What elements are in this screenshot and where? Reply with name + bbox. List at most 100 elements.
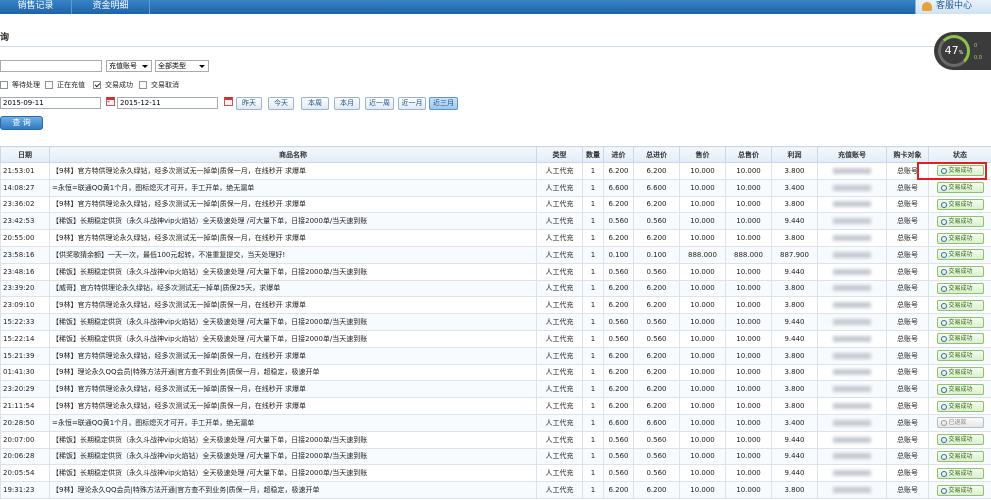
product-name: 【稀饭】长期稳定供货（永久斗战神vip火焰钻）全天极速处理 /可大量下单，日接2… — [49, 313, 537, 331]
table-cell: 人工代充 — [536, 481, 583, 499]
order-time: 23:20:29 — [0, 380, 50, 399]
table-cell: 人工代充 — [536, 313, 583, 331]
order-time: 23:48:16 — [0, 262, 50, 281]
order-time: 20:55:00 — [0, 229, 50, 247]
range-last-week-button[interactable]: 近一周 — [365, 97, 394, 110]
status-checkbox-success[interactable]: 交易成功 — [93, 80, 133, 90]
end-date-input[interactable]: 2015-12-11 — [117, 97, 218, 109]
status-button[interactable]: 已退款 — [936, 417, 984, 429]
table-row[interactable]: 23:20:29 【9林】官方特供理论永久绿钻，经多次测试无一掉单|质保一月，在线… — [0, 380, 991, 399]
table-cell: 总账号 — [886, 397, 929, 415]
account-type-select[interactable]: 充值账号 — [106, 60, 152, 72]
network-speed-widget[interactable]: 47% 0 0.0 — [934, 32, 991, 70]
table-cell: 10.000 — [679, 464, 726, 483]
table-cell: 10.000 — [725, 397, 772, 415]
status-button[interactable]: 交易成功 — [936, 467, 984, 479]
table-cell: 人工代充 — [536, 447, 583, 466]
range-last-month-button[interactable]: 近一月 — [398, 97, 426, 110]
table-cell: 交易成功 — [928, 430, 991, 449]
table-row[interactable]: 20:28:50 =永恒=联通QQ黄1个月，图标熄灭才可开，手工开单，绝无漏单 人工… — [0, 413, 991, 432]
status-button[interactable]: 交易成功 — [936, 232, 984, 244]
category-value: 全部类型 — [158, 62, 186, 70]
table-cell: 6.600 — [603, 178, 634, 197]
table-cell: 人工代充 — [536, 162, 583, 180]
order-time: 15:22:14 — [0, 329, 50, 348]
range-today-button[interactable]: 今天 — [268, 97, 294, 110]
table-cell: 6.200 — [633, 162, 680, 180]
redacted-account — [833, 251, 871, 258]
table-cell: 9.440 — [771, 212, 818, 231]
category-select[interactable]: 全部类型 — [155, 60, 209, 72]
status-button[interactable]: 交易成功 — [936, 333, 984, 345]
range-this-week-button[interactable]: 本周 — [301, 97, 329, 110]
order-time: 01:41:30 — [0, 363, 50, 382]
status-button[interactable]: 交易成功 — [936, 383, 984, 395]
column-header: 日期 — [0, 146, 50, 163]
tab-sales-records[interactable]: 销售记录 — [0, 0, 72, 14]
query-button[interactable]: 查 询 — [0, 116, 43, 130]
highlight-annotation — [917, 162, 987, 180]
checkbox-label: 交易取消 — [151, 81, 179, 89]
product-name: 【稀饭】长期稳定供货（永久斗战神vip火焰钻）全天极速处理 /可大量下单，日接2… — [49, 212, 537, 231]
start-date-input[interactable]: 2015-09-11 — [0, 97, 101, 109]
range-last-three-months-button[interactable]: 近三月 — [429, 97, 458, 110]
table-row[interactable]: 19:31:23 【9林】理论永久QQ会员|特殊方法开通|官方查不到业务|质保一月… — [0, 481, 991, 499]
status-button[interactable]: 交易成功 — [936, 299, 984, 311]
table-row[interactable]: 23:42:53 【稀饭】长期稳定供货（永久斗战神vip火焰钻）全天极速处理 /可… — [0, 212, 991, 231]
table-row[interactable]: 15:21:39 【9林】官方特供理论永久绿钻，经多次测试无一掉单|质保一月，在线… — [0, 346, 991, 365]
redacted-account — [833, 369, 871, 376]
status-button[interactable]: 交易成功 — [936, 182, 984, 194]
table-row[interactable]: 20:06:28 【稀饭】长期稳定供货（永久斗战神vip火焰钻）全天极速处理 /可… — [0, 447, 991, 466]
order-time: 15:21:39 — [0, 346, 50, 365]
status-button[interactable]: 交易成功 — [936, 215, 984, 227]
calendar-icon[interactable] — [224, 97, 233, 106]
table-row[interactable]: 20:07:00 【稀饭】长期稳定供货（永久斗战神vip火焰钻）全天极速处理 /可… — [0, 430, 991, 449]
table-row[interactable]: 21:53:01 【9林】官方特供理论永久绿钻，经多次测试无一掉单|质保一月，在线… — [0, 162, 991, 180]
status-checkbox-pending[interactable]: 等待处理 — [0, 80, 40, 90]
table-row[interactable]: 23:58:16 【供奖歌猜余额】一天一次，最低100元起转，不准重复提交，当天处… — [0, 245, 991, 264]
table-cell: 6.200 — [603, 363, 634, 382]
table-row[interactable]: 20:55:00 【9林】官方特供理论永久绿钻，经多次测试无一掉单|质保一月，在线… — [0, 229, 991, 247]
status-button[interactable]: 交易成功 — [936, 450, 984, 462]
table-row[interactable]: 23:09:10 【9林】官方特供理论永久绿钻，经多次测试无一掉单|质保一月，在线… — [0, 296, 991, 315]
table-row[interactable]: 23:39:20 【威哥】官方特供理论永久绿钻，经多次测试无一掉单|质保25天，求… — [0, 279, 991, 298]
usage-percent: 47 — [944, 44, 959, 57]
table-cell: 1 — [582, 363, 604, 382]
account-search-input[interactable] — [0, 60, 102, 72]
table-row[interactable]: 15:22:14 【稀饭】长期稳定供货（永久斗战神vip火焰钻）全天极速处理 /可… — [0, 329, 991, 348]
table-row[interactable]: 23:36:02 【9林】官方特供理论永久绿钻，经多次测试无一掉单|质保一月，在线… — [0, 195, 991, 214]
status-button[interactable]: 交易成功 — [936, 350, 984, 362]
usage-gauge: 47% — [938, 35, 970, 67]
range-yesterday-button[interactable]: 昨天 — [236, 97, 262, 110]
table-row[interactable]: 01:41:30 【9林】理论永久QQ会员|特殊方法开通|官方查不到业务|质保一月… — [0, 363, 991, 382]
status-button[interactable]: 交易成功 — [936, 316, 984, 328]
table-cell: 10.000 — [679, 430, 726, 449]
status-button[interactable]: 交易成功 — [936, 484, 984, 496]
table-cell: 人工代充 — [536, 262, 583, 281]
status-checkbox-recharging[interactable]: 正在充值 — [45, 80, 85, 90]
status-button[interactable]: 交易成功 — [936, 366, 984, 378]
table-cell: 10.000 — [679, 481, 726, 499]
range-this-month-button[interactable]: 本月 — [334, 97, 360, 110]
status-button[interactable]: 交易成功 — [936, 266, 984, 278]
table-cell: 10.000 — [725, 279, 772, 298]
table-cell: 3.800 — [771, 195, 818, 214]
table-cell: 0.560 — [603, 313, 634, 331]
table-row[interactable]: 15:22:33 【稀饭】长期稳定供货（永久斗战神vip火焰钻）全天极速处理 /可… — [0, 313, 991, 331]
table-row[interactable]: 21:11:54 【9林】官方特供理论永久绿钻，经多次测试无一掉单|质保一月，在线… — [0, 397, 991, 415]
status-button[interactable]: 交易成功 — [936, 434, 984, 446]
status-button[interactable]: 交易成功 — [936, 282, 984, 294]
table-cell: 3.400 — [771, 413, 818, 432]
customer-service-button[interactable]: 客服中心 — [915, 0, 991, 14]
table-row[interactable]: 20:05:54 【稀饭】长期稳定供货（永久斗战神vip火焰钻）全天极速处理 /可… — [0, 464, 991, 483]
table-row[interactable]: 14:08:27 =永恒=联通QQ黄1个月，图标熄灭才可开，手工开单，绝无漏单 人工… — [0, 178, 991, 197]
status-checkbox-cancelled[interactable]: 交易取消 — [139, 80, 179, 90]
status-button[interactable]: 交易成功 — [936, 198, 984, 210]
status-button[interactable]: 交易成功 — [936, 400, 984, 412]
tab-fund-details[interactable]: 资金明细 — [72, 0, 150, 14]
table-cell: 3.800 — [771, 296, 818, 315]
redacted-account — [833, 167, 871, 174]
table-row[interactable]: 23:48:16 【稀饭】长期稳定供货（永久斗战神vip火焰钻）全天极速处理 /可… — [0, 262, 991, 281]
status-button[interactable]: 交易成功 — [936, 249, 984, 261]
table-cell: 交易成功 — [928, 178, 991, 197]
